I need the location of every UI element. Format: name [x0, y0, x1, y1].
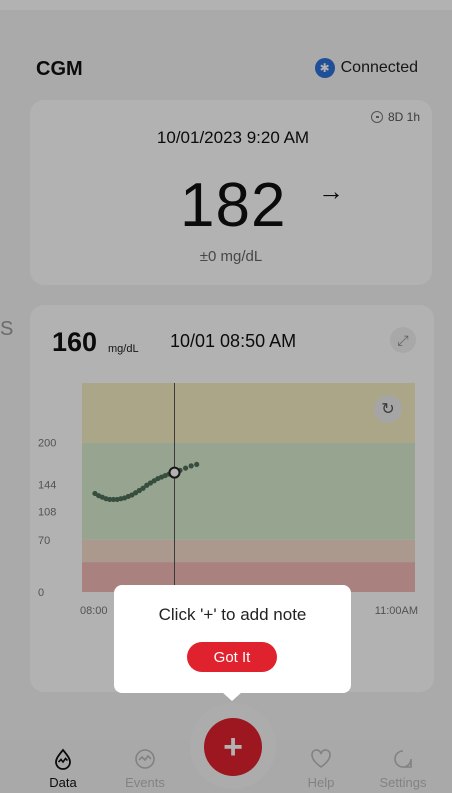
got-it-button[interactable]: Got It	[187, 642, 277, 672]
add-note-tooltip: Click '+' to add note Got It	[114, 585, 351, 701]
tooltip-text: Click '+' to add note	[158, 605, 307, 624]
cgm-screen: CGM ✱ Connected 8D 1h 10/01/2023 9:20 AM…	[0, 0, 452, 793]
